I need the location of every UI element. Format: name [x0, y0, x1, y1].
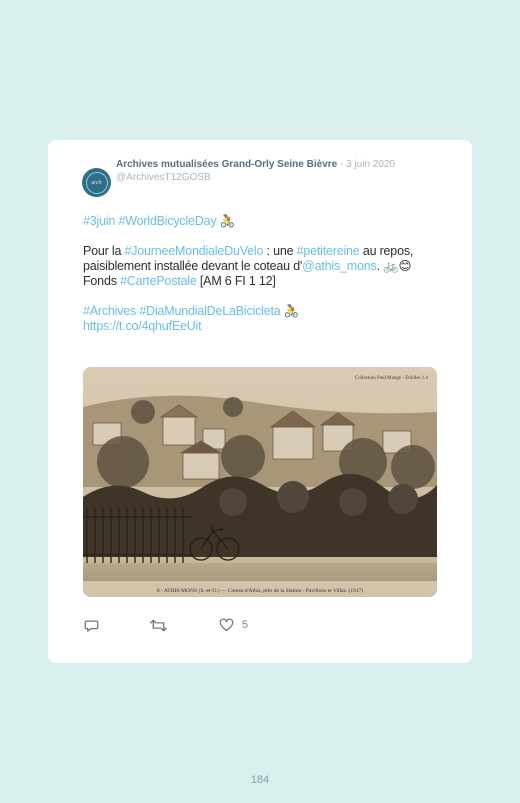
tweet-text: #3juin #WorldBicycleDay 🚴 Pour la #Journ…: [83, 214, 433, 334]
hashtag-link[interactable]: #petitereine: [297, 244, 360, 258]
reply-button[interactable]: [84, 618, 99, 633]
tweet-paragraph: Pour la #JourneeMondialeDuVelo : une #pe…: [83, 244, 433, 274]
text: Fonds: [83, 274, 121, 288]
tweet-photo[interactable]: 8 - ATHIS-MONS (S.-et-O.) — Coteau d'Ath…: [83, 367, 437, 597]
text: Pour la: [83, 244, 125, 258]
hashtag-link[interactable]: #3juin: [83, 214, 115, 228]
retweet-icon: [150, 619, 167, 632]
like-button[interactable]: 5: [219, 618, 248, 632]
tweet-header: Archives mutualisées Grand-Orly Seine Bi…: [116, 156, 416, 183]
bicycle-emoji-icon: 🚴: [219, 214, 236, 228]
mention-link[interactable]: @athis_mons: [302, 259, 377, 273]
hashtag-link[interactable]: #JourneeMondialeDuVelo: [124, 244, 263, 258]
tweet-actions: 5: [84, 618, 384, 636]
avatar[interactable]: arch: [82, 168, 111, 197]
reply-icon: [84, 620, 99, 632]
text: [AM 6 FI 1 12]: [196, 274, 276, 288]
tweet-url-link[interactable]: https://t.co/4qhufEeUit: [83, 319, 202, 333]
text: : une: [263, 244, 297, 258]
hashtag-line: #Archives #DiaMundialDeLaBicicleta 🚴: [83, 304, 433, 319]
retweet-button[interactable]: [150, 618, 167, 633]
emoji-text: . 🚲😊: [376, 259, 412, 273]
hashtag-link[interactable]: #Archives: [83, 304, 136, 318]
tweet-card: arch Archives mutualisées Grand-Orly Sei…: [48, 140, 472, 663]
postcard-corner-text: Collection Paul Mange - Etiolles 1.4: [355, 376, 429, 381]
tweet-paragraph: Fonds #CartePostale [AM 6 FI 1 12]: [83, 274, 433, 289]
hashtag-line: #3juin #WorldBicycleDay 🚴: [83, 214, 433, 229]
tweet-date[interactable]: - 3 juin 2020: [337, 159, 395, 170]
hashtag-link[interactable]: #WorldBicycleDay: [118, 214, 216, 228]
page-number: 184: [250, 774, 270, 786]
author-handle[interactable]: @ArchivesT12GOSB: [116, 172, 416, 183]
postcard-image: 8 - ATHIS-MONS (S.-et-O.) — Coteau d'Ath…: [83, 367, 437, 597]
postcard-caption: 8 - ATHIS-MONS (S.-et-O.) — Coteau d'Ath…: [157, 587, 363, 594]
bicycle-emoji-icon: 🚴: [283, 304, 300, 318]
author-name[interactable]: Archives mutualisées Grand-Orly Seine Bi…: [116, 159, 337, 170]
avatar-logo: arch: [85, 171, 108, 194]
like-count: 5: [242, 619, 249, 631]
hashtag-link[interactable]: #DiaMundialDeLaBicicleta: [139, 304, 280, 318]
hashtag-link[interactable]: #CartePostale: [120, 274, 197, 288]
heart-icon: [219, 618, 234, 632]
